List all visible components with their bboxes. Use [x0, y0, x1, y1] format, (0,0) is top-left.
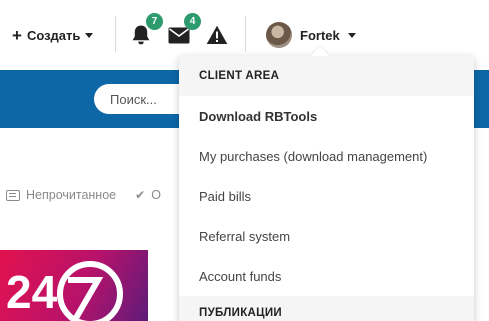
- divider: [245, 16, 246, 52]
- notifications-button[interactable]: 7: [128, 13, 163, 48]
- user-dropdown-menu: CLIENT AREA Download RBTools My purchase…: [179, 56, 474, 321]
- section-header-publications: ПУБЛИКАЦИИ: [179, 296, 474, 321]
- avatar: [266, 22, 292, 48]
- logo-24-7: 24: [6, 261, 123, 321]
- section-header-client-area: CLIENT AREA: [179, 56, 474, 96]
- create-label: Создать: [26, 27, 81, 43]
- user-name: Fortek: [300, 27, 340, 43]
- warning-icon: [206, 25, 228, 44]
- menu-item-account-funds[interactable]: Account funds: [179, 256, 474, 296]
- thumbnail-image[interactable]: 24: [0, 250, 148, 321]
- check-icon: ✔: [135, 188, 146, 202]
- notifications-badge: 7: [146, 13, 163, 30]
- chevron-down-icon: [85, 32, 94, 38]
- divider: [115, 16, 116, 52]
- user-menu-button[interactable]: Fortek: [266, 22, 356, 48]
- messages-button[interactable]: 4: [166, 13, 201, 48]
- messages-badge: 4: [184, 13, 201, 30]
- envelope-icon: [168, 27, 190, 43]
- svg-text:24: 24: [6, 266, 58, 318]
- sub-navigation: Непрочитанное ✔ О: [0, 188, 161, 202]
- newspaper-icon: [6, 189, 20, 201]
- menu-item-paid-bills[interactable]: Paid bills: [179, 176, 474, 216]
- menu-item-download-rbtools[interactable]: Download RBTools: [179, 96, 474, 136]
- alerts-button[interactable]: [204, 22, 230, 48]
- partial-label: О: [151, 188, 161, 202]
- chevron-down-icon: [347, 32, 356, 38]
- unread-link[interactable]: Непрочитанное: [0, 188, 116, 202]
- plus-icon: +: [12, 25, 22, 45]
- create-button[interactable]: + Создать: [12, 24, 94, 46]
- partial-link[interactable]: ✔ О: [135, 188, 161, 202]
- menu-item-my-purchases[interactable]: My purchases (download management): [179, 136, 474, 176]
- unread-label: Непрочитанное: [26, 188, 117, 202]
- menu-item-referral-system[interactable]: Referral system: [179, 216, 474, 256]
